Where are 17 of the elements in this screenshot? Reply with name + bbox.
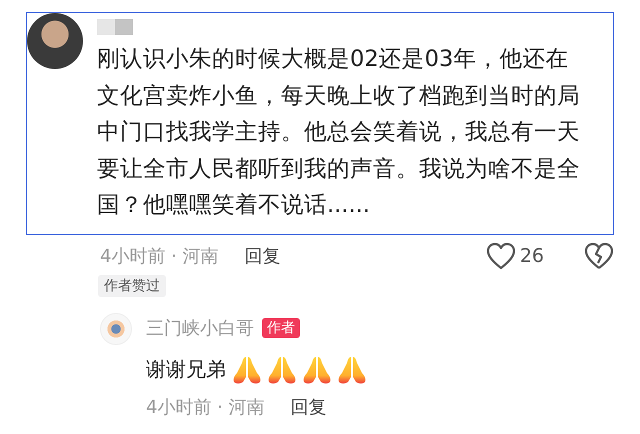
praying-hands-icon xyxy=(336,354,368,384)
time-location: 4小时前 · 河南 xyxy=(100,244,219,268)
time-location: 4小时前 · 河南 xyxy=(146,396,265,418)
comment-text: 刚认识小朱的时候大概是02还是03年，他还在文化宫卖炸小鱼，每天晚上收了档跑到当时的局中门口找我学主持。他总会笑着说，我总有一天要让全市人民都听到我的声音。我说为啥不是全国？他嘿嘿笑着不说话...... xyxy=(97,45,581,220)
avatar xyxy=(100,312,132,344)
praying-hands-icon xyxy=(266,354,298,384)
author-badge: 作者 xyxy=(262,318,300,338)
author-liked-badge: 作者赞过 xyxy=(98,274,166,296)
reply-link[interactable]: 回复 xyxy=(244,244,281,268)
redacted-name xyxy=(97,19,133,35)
reply-text: 谢谢兄弟 xyxy=(146,356,226,383)
heart-icon[interactable] xyxy=(486,242,516,270)
broken-heart-icon[interactable] xyxy=(584,242,614,270)
reply-link[interactable]: 回复 xyxy=(290,394,327,418)
praying-hands-icon xyxy=(301,354,333,384)
praying-hands-icon xyxy=(231,354,263,384)
like-count: 26 xyxy=(520,244,544,266)
